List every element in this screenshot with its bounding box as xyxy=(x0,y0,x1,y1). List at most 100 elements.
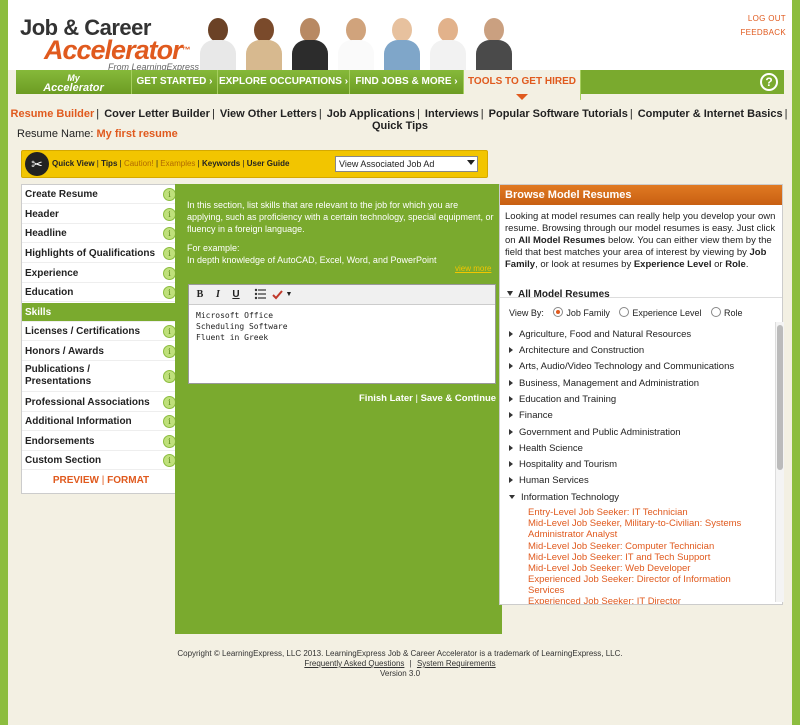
subnav-interviews[interactable]: Interviews xyxy=(425,108,479,120)
radio-job-family[interactable] xyxy=(553,307,564,317)
underline-button[interactable]: U xyxy=(229,288,243,302)
spellcheck-dropdown-icon[interactable]: ▼ xyxy=(285,288,293,302)
chevron-down-icon xyxy=(509,495,515,499)
sidebar-item-highlights[interactable]: Highlights of Qualifications i xyxy=(22,244,180,263)
subnav-resume-builder[interactable]: Resume Builder xyxy=(11,108,95,120)
editor-content: Microsoft Office Scheduling Software Flu… xyxy=(189,305,495,348)
subnav-job-applications[interactable]: Job Applications xyxy=(327,108,415,120)
view-more-link[interactable]: view more xyxy=(455,264,491,273)
feedback-link[interactable]: FEEDBACK xyxy=(740,28,786,37)
examples-link[interactable]: Examples xyxy=(160,159,195,168)
chevron-down-icon xyxy=(516,94,528,100)
nav-tools-to-get-hired[interactable]: TOOLS TO GET HIRED xyxy=(464,70,581,100)
example-label: For example: xyxy=(187,243,240,253)
sidebar-item-licenses[interactable]: Licenses / Certifications i xyxy=(22,322,180,341)
faq-link[interactable]: Frequently Asked Questions xyxy=(304,659,404,668)
copyright-text: Copyright © LearningExpress, LLC 2013. L… xyxy=(177,649,623,658)
browse-model-resumes-panel: Browse Model Resumes Looking at model re… xyxy=(499,184,784,605)
spellcheck-icon[interactable] xyxy=(271,288,285,302)
editor-instructions: In this section, list skills that are re… xyxy=(187,200,494,234)
category-health-science[interactable]: Health Science xyxy=(509,443,583,454)
page: Job & Career Accelerator™ From LearningE… xyxy=(8,0,792,725)
category-human-services[interactable]: Human Services xyxy=(509,475,589,486)
sidebar-item-additional-information[interactable]: Additional Information i xyxy=(22,412,180,431)
all-model-resumes-toggle[interactable]: All Model Resumes xyxy=(507,289,610,300)
subnav-cover-letter-builder[interactable]: Cover Letter Builder xyxy=(104,108,210,120)
category-hospitality[interactable]: Hospitality and Tourism xyxy=(509,459,617,470)
resume-link[interactable]: Entry-Level Job Seeker: IT Technician xyxy=(528,507,758,518)
italic-button[interactable]: I xyxy=(211,288,225,302)
resume-link[interactable]: Mid-Level Job Seeker: IT and Tech Suppor… xyxy=(528,552,758,563)
example-text: In depth knowledge of AutoCAD, Excel, Wo… xyxy=(187,255,437,265)
finish-later-button[interactable]: Finish Later xyxy=(359,393,413,404)
sidebar-item-headline[interactable]: Headline i xyxy=(22,224,180,243)
logo[interactable]: Job & Career Accelerator™ From LearningE… xyxy=(20,17,199,73)
bullet-list-icon[interactable] xyxy=(253,288,267,302)
model-resume-list: All Model Resumes View By: Job Family Ex… xyxy=(500,282,784,604)
format-link[interactable]: FORMAT xyxy=(107,475,149,486)
save-continue-button[interactable]: Save & Continue xyxy=(421,393,497,404)
chevron-right-icon xyxy=(509,477,513,483)
subnav-quick-tips[interactable]: Quick Tips xyxy=(372,120,428,132)
resume-name-label: Resume Name: xyxy=(17,128,94,140)
sidebar-item-skills[interactable]: Skills xyxy=(22,303,180,322)
resume-link[interactable]: Mid-Level Job Seeker: Computer Technicia… xyxy=(528,541,758,552)
preview-link[interactable]: PREVIEW xyxy=(53,475,99,486)
resume-name: Resume Name: My first resume xyxy=(17,128,178,140)
category-arts[interactable]: Arts, Audio/Video Technology and Communi… xyxy=(509,361,734,372)
list-scrollbar-thumb[interactable] xyxy=(777,325,783,470)
quick-view-link[interactable]: Quick View xyxy=(52,159,95,168)
subnav-computer-basics[interactable]: Computer & Internet Basics xyxy=(638,108,783,120)
category-finance[interactable]: Finance xyxy=(509,410,553,421)
sidebar-item-endorsements[interactable]: Endorsements i xyxy=(22,432,180,451)
toolbar-links: Quick View | Tips | Caution! | Examples … xyxy=(52,159,290,168)
tips-link[interactable]: Tips xyxy=(101,159,117,168)
nav-get-started[interactable]: GET STARTED › xyxy=(132,70,218,94)
editor-toolbar: B I U ▼ xyxy=(189,285,495,305)
subnav-view-other-letters[interactable]: View Other Letters xyxy=(220,108,317,120)
nav-explore-occupations[interactable]: EXPLORE OCCUPATIONS › xyxy=(218,70,350,94)
sidebar-item-publications[interactable]: Publications / Presentations i xyxy=(22,361,180,392)
sidebar-item-education[interactable]: Education i xyxy=(22,283,180,302)
nav-find-jobs[interactable]: FIND JOBS & MORE › xyxy=(350,70,464,94)
user-guide-link[interactable]: User Guide xyxy=(247,159,290,168)
editor-intro: In this section, list skills that are re… xyxy=(187,199,495,266)
sidebar-item-custom-section[interactable]: Custom Section i xyxy=(22,451,180,470)
category-architecture[interactable]: Architecture and Construction xyxy=(509,345,644,356)
caution-link[interactable]: Caution! xyxy=(124,159,154,168)
category-information-technology[interactable]: Information Technology xyxy=(509,492,619,503)
resume-link[interactable]: Experienced Job Seeker: IT Director xyxy=(528,596,758,604)
chevron-right-icon xyxy=(509,363,513,369)
keywords-link[interactable]: Keywords xyxy=(202,159,240,168)
radio-experience-level[interactable] xyxy=(619,307,630,317)
sidebar-item-experience[interactable]: Experience i xyxy=(22,264,180,283)
logout-link[interactable]: LOG OUT xyxy=(740,14,786,23)
resume-link[interactable]: Experienced Job Seeker: Director of Info… xyxy=(528,574,758,596)
sidebar-item-header[interactable]: Header i xyxy=(22,205,180,224)
skills-rich-text-editor[interactable]: B I U ▼ Microsoft Office Scheduling Soft… xyxy=(188,284,496,384)
radio-role[interactable] xyxy=(710,307,721,317)
category-agriculture[interactable]: Agriculture, Food and Natural Resources xyxy=(509,329,691,340)
category-business[interactable]: Business, Management and Administration xyxy=(509,378,699,389)
job-ad-select[interactable]: View Associated Job Ad xyxy=(335,156,478,172)
main-nav: My Accelerator GET STARTED › EXPLORE OCC… xyxy=(16,70,784,100)
logo-line2: Accelerator™ xyxy=(44,35,191,65)
chevron-right-icon xyxy=(509,429,513,435)
category-education[interactable]: Education and Training xyxy=(509,394,616,405)
chevron-right-icon xyxy=(509,331,513,337)
resume-link[interactable]: Mid-Level Job Seeker: Web Developer xyxy=(528,563,758,574)
chevron-down-icon xyxy=(507,291,513,296)
sidebar-item-professional-associations[interactable]: Professional Associations i xyxy=(22,393,180,412)
footer: Copyright © LearningExpress, LLC 2013. L… xyxy=(8,649,792,679)
subnav-software-tutorials[interactable]: Popular Software Tutorials xyxy=(489,108,628,120)
category-government[interactable]: Government and Public Administration xyxy=(509,427,681,438)
help-icon[interactable]: ? xyxy=(760,73,778,91)
version-text: Version 3.0 xyxy=(379,669,421,678)
resume-link[interactable]: Mid-Level Job Seeker, Military-to-Civili… xyxy=(528,518,758,540)
sidebar-item-create-resume[interactable]: Create Resume i xyxy=(22,185,180,204)
nav-my-accelerator[interactable]: My Accelerator xyxy=(16,70,132,94)
sidebar-item-honors[interactable]: Honors / Awards i xyxy=(22,342,180,361)
bold-button[interactable]: B xyxy=(193,288,207,302)
system-requirements-link[interactable]: System Requirements xyxy=(417,659,496,668)
resume-name-value: My first resume xyxy=(96,128,178,140)
